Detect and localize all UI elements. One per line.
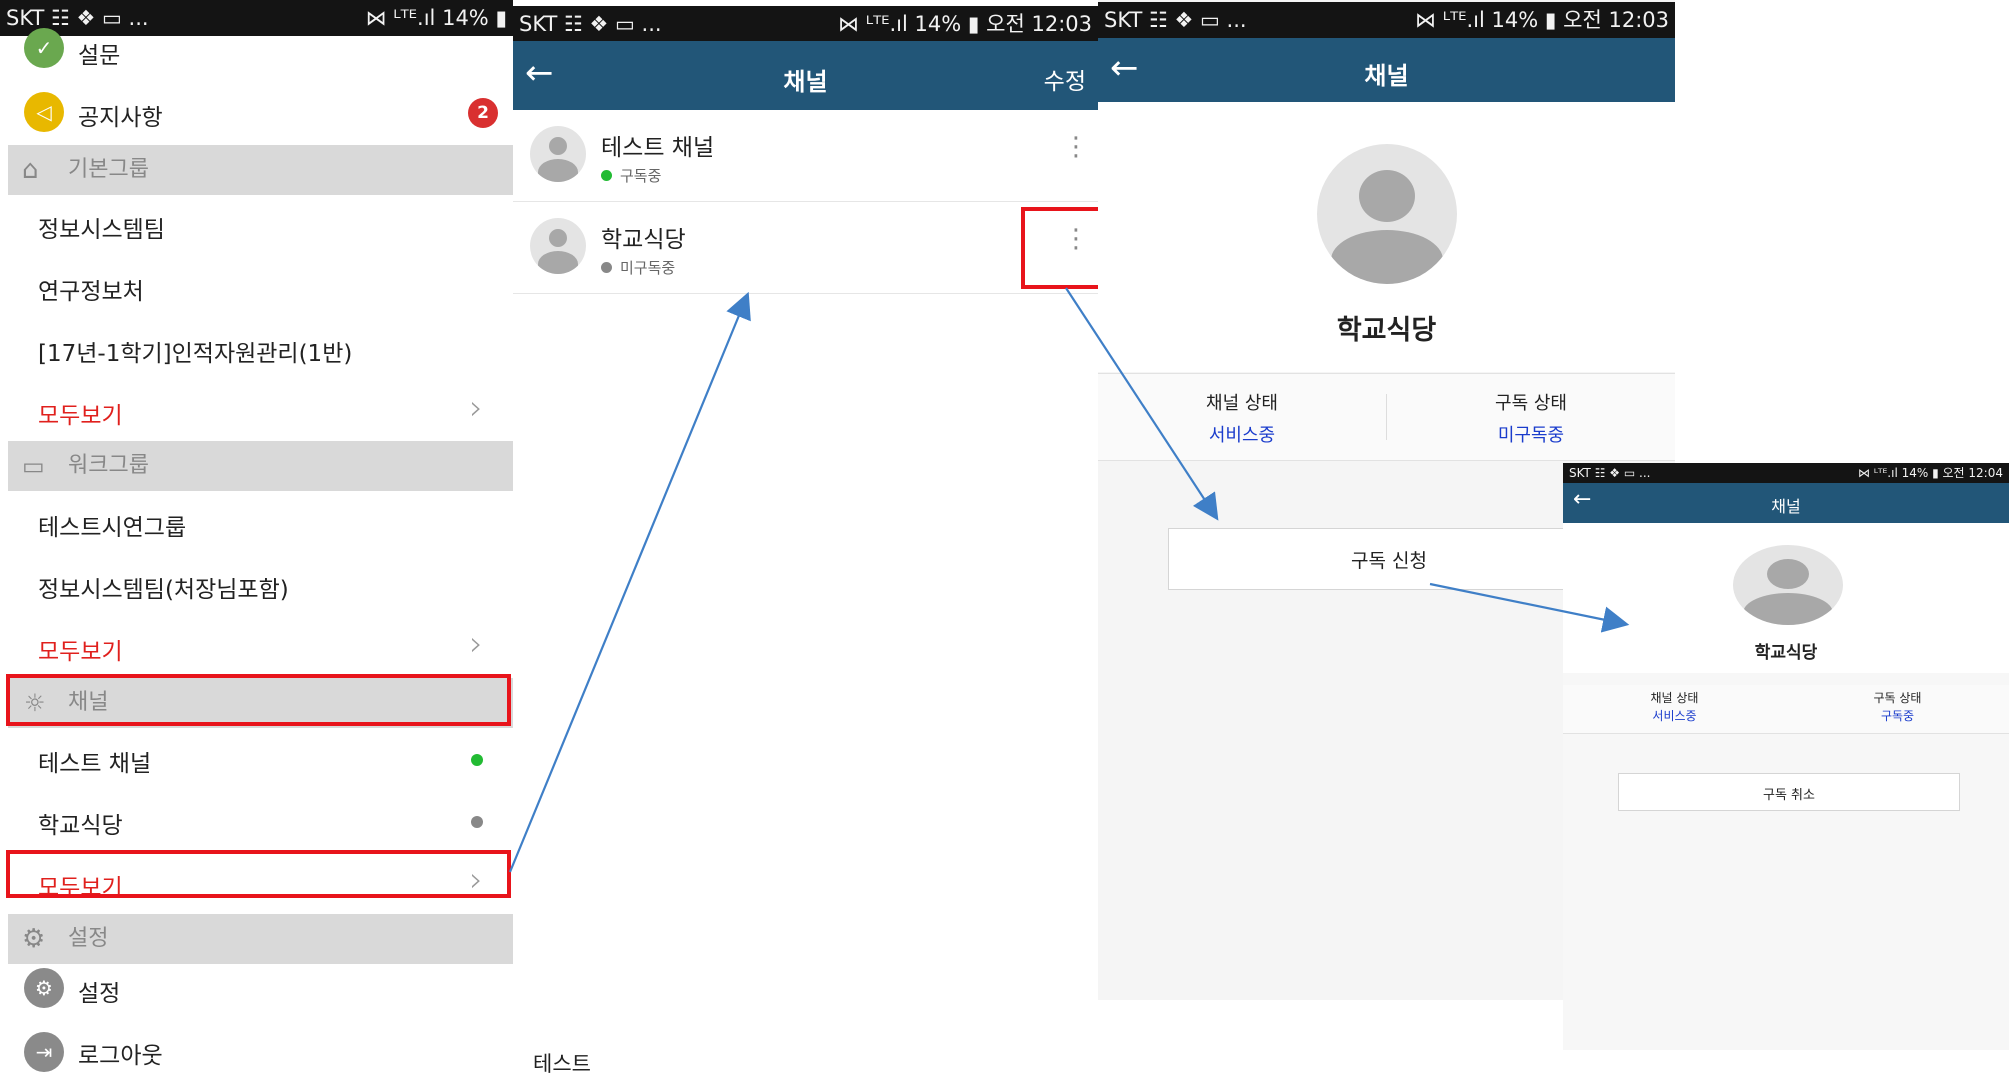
flow-arrows [508, 287, 1630, 873]
arrow-subscribe-to-result [1429, 582, 1630, 633]
arrow-see-all-to-list [508, 291, 751, 873]
arrow-menu-to-detail [1065, 287, 1219, 521]
